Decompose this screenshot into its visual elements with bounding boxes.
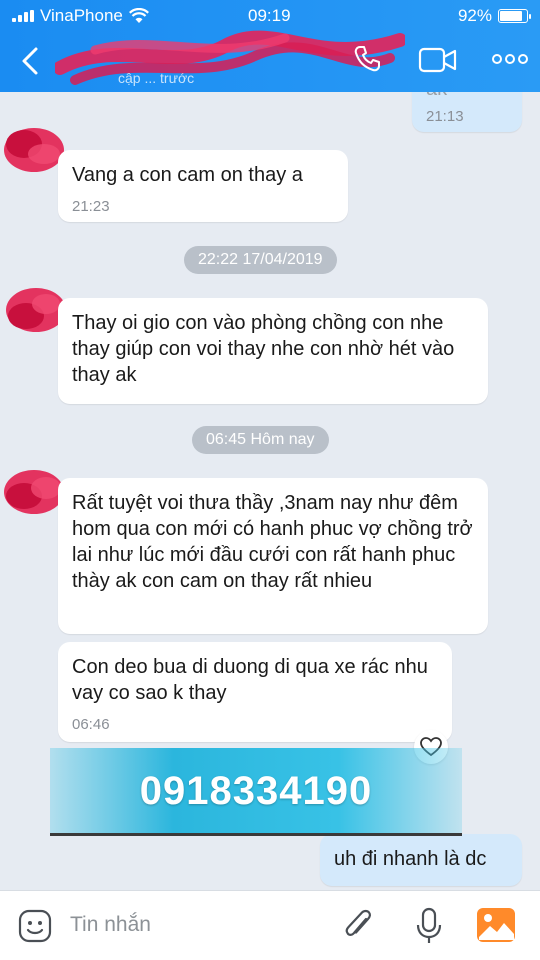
contact-avatar[interactable] xyxy=(0,118,66,178)
status-time: 09:19 xyxy=(248,6,291,25)
message-input-bar: Tin nhắn xyxy=(0,890,540,960)
message-time: 06:46 xyxy=(72,716,110,733)
carrier-name: VinaPhone xyxy=(40,6,123,25)
message-bubble-received[interactable]: Thay oi gio con vào phòng chồng con nhe … xyxy=(58,298,488,404)
more-icon[interactable] xyxy=(492,52,528,71)
message-bubble-sent[interactable]: uh đi nhanh là dc xyxy=(320,834,522,886)
signal-icon xyxy=(12,10,34,22)
message-bubble-received[interactable]: Vang a con cam on thay a 21:23 xyxy=(58,150,348,222)
message-text: Con deo bua di duong di qua xe rác nhu v… xyxy=(72,656,428,704)
status-bar: VinaPhone 09:19 92% xyxy=(0,0,540,30)
message-time: 21:23 xyxy=(72,198,110,215)
wifi-icon xyxy=(128,8,149,23)
sticker-icon[interactable] xyxy=(18,909,52,948)
phone-icon[interactable] xyxy=(352,44,382,79)
message-time: 21:13 xyxy=(426,108,464,125)
battery-icon xyxy=(498,9,531,23)
carrier: VinaPhone xyxy=(12,6,149,26)
date-separator: 06:45 Hôm nay xyxy=(192,426,329,454)
message-text: uh đi nhanh là dc xyxy=(334,848,487,870)
chat-header: VinaPhone 09:19 92% cập ... trước xyxy=(0,0,540,92)
microphone-icon[interactable] xyxy=(416,907,442,950)
message-text: Vang a con cam on thay a xyxy=(72,164,303,186)
phone-number-banner: 0918334190 xyxy=(50,748,462,834)
battery-fill xyxy=(500,11,522,21)
attach-icon[interactable] xyxy=(344,909,374,948)
message-text: Rất tuyệt voi thưa thầy ,3nam nay như đê… xyxy=(72,492,473,592)
message-bubble-received[interactable]: Rất tuyệt voi thưa thầy ,3nam nay như đê… xyxy=(58,478,488,634)
banner-text: 0918334190 xyxy=(139,768,373,813)
battery: 92% xyxy=(457,6,531,26)
back-chevron-icon[interactable] xyxy=(20,46,40,84)
message-text: ak xyxy=(426,92,447,100)
battery-percent: 92% xyxy=(457,6,492,25)
message-bubble-sent[interactable]: ak 21:13 xyxy=(412,92,522,132)
message-bubble-received[interactable]: Con deo bua di duong di qua xe rác nhu v… xyxy=(58,642,452,742)
date-separator: 22:22 17/04/2019 xyxy=(184,246,337,274)
contact-avatar[interactable] xyxy=(0,462,66,522)
message-text: Thay oi gio con vào phòng chồng con nhe … xyxy=(72,312,455,386)
image-icon[interactable] xyxy=(476,907,516,948)
banner-divider xyxy=(50,833,462,836)
contact-avatar[interactable] xyxy=(0,280,66,340)
message-input[interactable]: Tin nhắn xyxy=(70,913,151,937)
video-call-icon[interactable] xyxy=(418,46,458,79)
